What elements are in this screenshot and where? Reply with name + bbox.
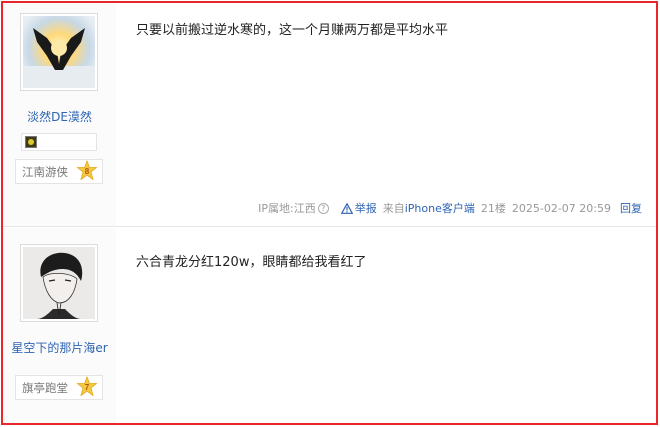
user-rank[interactable]: 旗亭跑堂 7 xyxy=(15,375,103,400)
post-content: 六合青龙分红120w，眼睛都给我看红了 xyxy=(136,255,367,270)
ip-location: IP属地:江西 xyxy=(258,202,316,215)
author-sidebar: 淡然DE漠然 江南游侠 8 xyxy=(3,3,116,227)
floor-number: 21楼 xyxy=(480,202,506,215)
post-divider xyxy=(3,226,656,227)
avatar[interactable] xyxy=(20,244,98,322)
level-number: 8 xyxy=(85,167,90,176)
rank-title: 旗亭跑堂 xyxy=(22,381,68,395)
post-floor-21: 淡然DE漠然 江南游侠 8 只要以前搬过逆水寒的，这一个月赚两万都是平均水平 I… xyxy=(3,3,656,227)
user-rank[interactable]: 江南游侠 8 xyxy=(15,159,103,184)
username[interactable]: 淡然DE漠然 xyxy=(3,108,116,125)
source-client-link[interactable]: iPhone客户端 xyxy=(405,200,475,216)
member-badge[interactable] xyxy=(21,133,97,151)
level-star-icon: 8 xyxy=(76,160,98,181)
badge-gem-icon xyxy=(25,136,37,148)
source-prefix: 来自 xyxy=(382,202,405,215)
post-datetime: 2025-02-07 20:59 xyxy=(511,201,611,215)
level-number: 7 xyxy=(85,383,90,392)
post-meta: IP属地:江西 ? 举报 来自 iPhone客户端 21楼 2025-02-07… xyxy=(258,200,642,216)
help-icon[interactable]: ? xyxy=(317,202,329,214)
level-star-icon: 7 xyxy=(76,376,98,397)
report-label: 举报 xyxy=(354,202,377,215)
report-button[interactable]: 举报 xyxy=(340,200,377,216)
post-content: 只要以前搬过逆水寒的，这一个月赚两万都是平均水平 xyxy=(136,23,449,38)
reply-button[interactable]: 回复 xyxy=(620,200,642,216)
username[interactable]: 星空下的那片海er xyxy=(3,339,116,356)
rank-title: 江南游侠 xyxy=(22,165,68,179)
avatar[interactable] xyxy=(20,13,98,91)
warning-icon xyxy=(340,202,353,214)
post-next: 星空下的那片海er 旗亭跑堂 7 六合青龙分红120w，眼睛都给我看红了 xyxy=(3,228,656,423)
author-sidebar: 星空下的那片海er 旗亭跑堂 7 xyxy=(3,228,116,423)
